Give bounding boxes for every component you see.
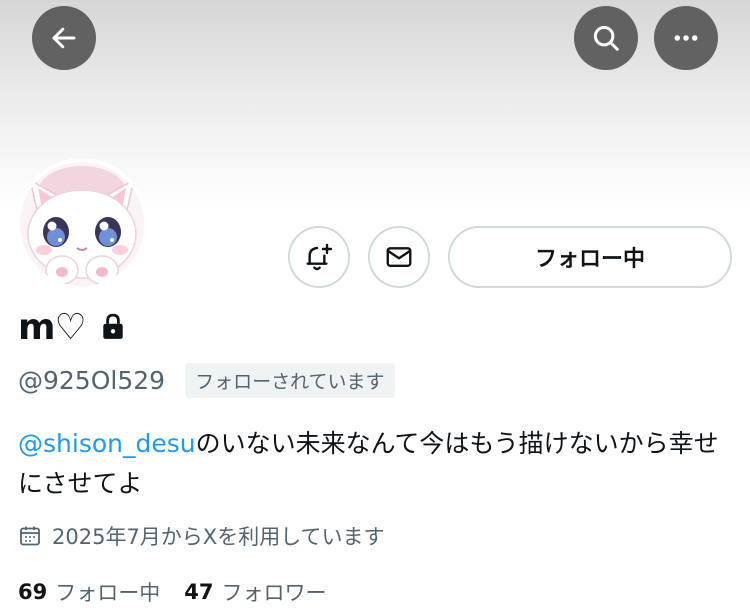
bell-plus-icon <box>306 243 333 271</box>
lock-icon <box>103 313 123 339</box>
search-button[interactable] <box>574 6 638 70</box>
back-button[interactable] <box>32 6 96 70</box>
following-button-label: フォロー中 <box>534 247 645 272</box>
more-horizontal-icon <box>674 35 698 41</box>
following-count: 69 <box>18 580 48 604</box>
cat-avatar-image <box>20 162 144 286</box>
handle-row: @925Ol529 フォローされています <box>18 362 395 398</box>
profile-bio: @shison_desuのいない未来なんて今はもう描けないから幸せにさせてよ <box>18 424 730 504</box>
following-stat-link[interactable]: 69 フォロー中 <box>18 577 160 607</box>
following-button[interactable]: フォロー中 <box>448 226 732 288</box>
more-button[interactable] <box>654 6 718 70</box>
joined-date-text: 2025年7月からXを利用しています <box>52 525 385 549</box>
display-name: m♡ <box>18 306 87 348</box>
joined-date-row: 2025年7月からXを利用しています <box>18 520 385 552</box>
followers-stat-link[interactable]: 47 フォロワー <box>184 577 326 607</box>
follow-stats: 69 フォロー中 47 フォロワー <box>18 574 350 610</box>
avatar[interactable] <box>16 158 148 290</box>
followers-label: フォロワー <box>221 581 327 605</box>
search-icon <box>593 25 619 51</box>
bio-mention-link[interactable]: @shison_desu <box>18 429 196 458</box>
notify-button[interactable] <box>288 226 350 288</box>
following-label: フォロー中 <box>55 581 161 605</box>
mail-icon <box>386 247 412 267</box>
follows-you-badge: フォローされています <box>185 362 395 398</box>
calendar-icon <box>20 526 40 546</box>
message-button[interactable] <box>368 226 430 288</box>
followers-count: 47 <box>184 580 214 604</box>
arrow-left-icon <box>52 27 76 49</box>
name-row: m♡ <box>18 302 126 352</box>
user-handle: @925Ol529 <box>18 365 166 395</box>
